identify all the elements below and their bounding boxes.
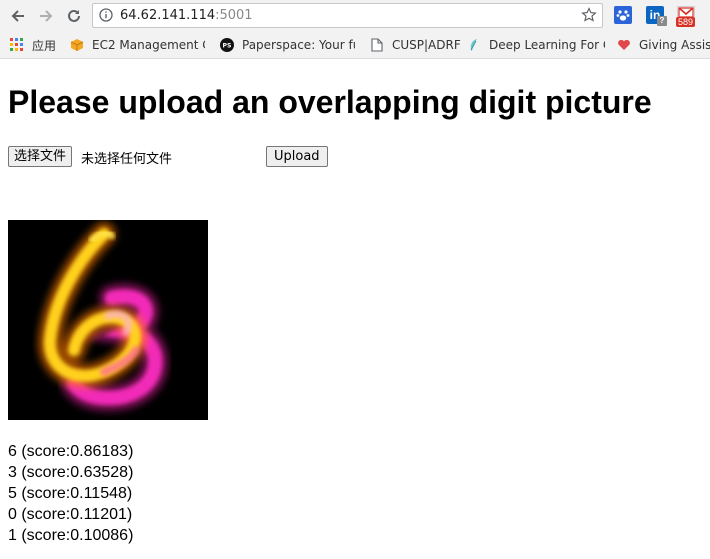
- bookmark-cusp-adrf[interactable]: CUSP|ADRF: [370, 37, 461, 53]
- bookmark-label: 应用: [32, 38, 57, 53]
- bookmark-ec2[interactable]: EC2 Management Co: [70, 37, 205, 53]
- bookmark-star-icon[interactable]: [581, 7, 597, 23]
- uploaded-digit-image: [8, 220, 208, 420]
- url-host: 64.62.141.114: [120, 8, 216, 23]
- address-url: 64.62.141.114:5001: [120, 8, 253, 23]
- feather-icon: [467, 38, 481, 52]
- apps-grid-icon: [10, 38, 24, 52]
- result-row: 1 (score:0.10086): [8, 527, 134, 544]
- gmail-extension-icon[interactable]: 589: [676, 6, 696, 27]
- bookmark-label: EC2 Management Co: [92, 38, 205, 52]
- paw-icon: [616, 10, 630, 21]
- result-row: 3 (score:0.63528): [8, 464, 134, 481]
- bookmark-deep-learning[interactable]: Deep Learning For Co: [467, 37, 605, 53]
- info-icon[interactable]: [99, 8, 113, 22]
- paperspace-icon-text: PS: [223, 43, 232, 50]
- bookmark-giving-assistant[interactable]: Giving Assista: [617, 37, 710, 53]
- browser-toolbar: 64.62.141.114:5001 in ? 589 应用 EC2 Manag…: [0, 0, 710, 59]
- aws-box-icon: [70, 38, 84, 52]
- upload-button[interactable]: Upload: [266, 146, 328, 167]
- bookmark-label: Deep Learning For Co: [489, 38, 605, 52]
- bookmark-label: CUSP|ADRF: [392, 38, 461, 52]
- reload-button[interactable]: [61, 3, 87, 29]
- bookmark-apps[interactable]: 应用: [10, 37, 56, 53]
- result-row: 6 (score:0.86183): [8, 443, 134, 460]
- mail-count-badge: 589: [676, 17, 696, 27]
- page-icon: [370, 38, 384, 52]
- linkedin-extension-icon[interactable]: in ?: [646, 6, 667, 26]
- url-port: :5001: [215, 8, 253, 23]
- heart-icon: [617, 38, 631, 52]
- choose-file-button[interactable]: 选择文件: [8, 146, 73, 167]
- bookmark-label: Paperspace: Your full: [242, 38, 355, 52]
- forward-button[interactable]: [33, 3, 59, 29]
- back-button[interactable]: [5, 3, 31, 29]
- bookmark-label: Giving Assista: [639, 38, 710, 52]
- prediction-results: 6 (score:0.86183) 3 (score:0.63528) 5 (s…: [8, 441, 133, 546]
- paperspace-icon: PS: [220, 38, 234, 52]
- back-arrow-icon: [11, 10, 24, 22]
- file-status-text: 未选择任何文件: [81, 152, 173, 167]
- result-row: 0 (score:0.11201): [8, 506, 133, 523]
- address-bar[interactable]: 64.62.141.114:5001: [92, 3, 603, 28]
- page-title: Please upload an overlapping digit pictu…: [8, 84, 652, 120]
- forward-arrow-icon: [40, 10, 53, 22]
- reload-icon: [68, 9, 80, 22]
- bookmark-paperspace[interactable]: PS Paperspace: Your full: [220, 37, 355, 53]
- result-row: 5 (score:0.11548): [8, 485, 133, 502]
- paw-extension-icon[interactable]: [614, 6, 632, 24]
- bookmarks-bar: 应用 EC2 Management Co PS Paperspace: Your…: [0, 33, 710, 57]
- linkedin-badge: ?: [657, 16, 667, 26]
